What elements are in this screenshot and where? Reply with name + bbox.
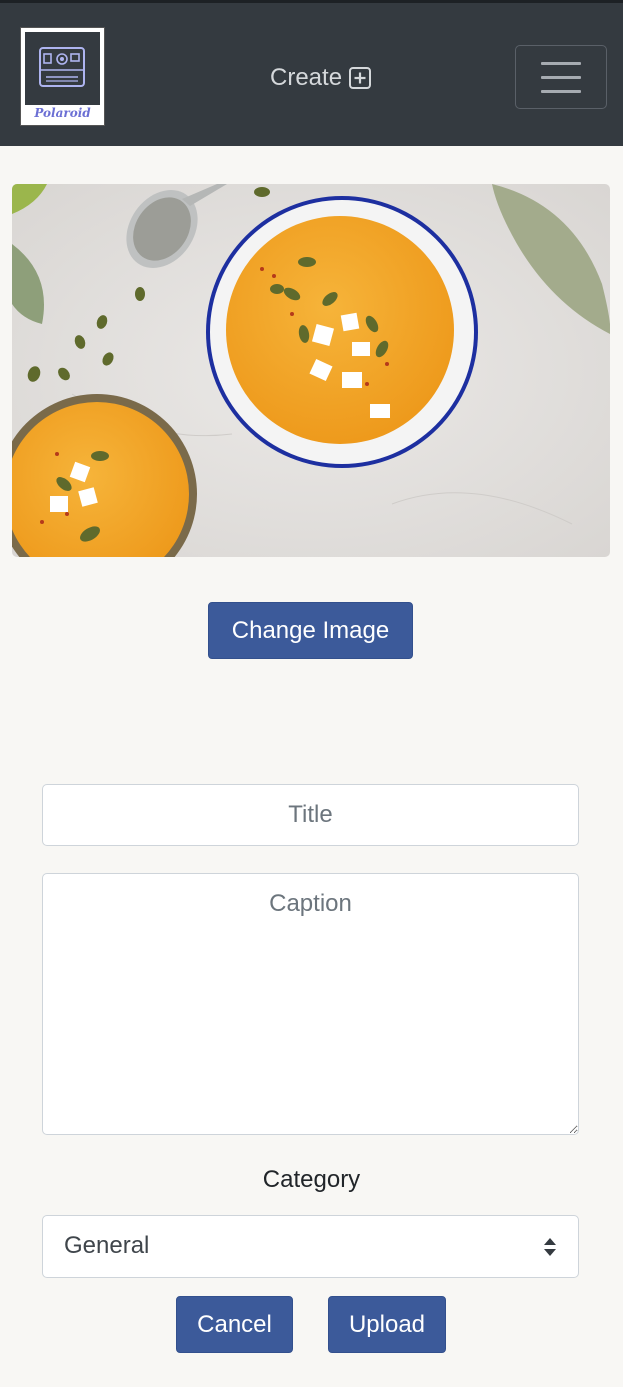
category-selected-value: General: [64, 1232, 150, 1259]
category-label: Category: [262, 1166, 361, 1193]
hamburger-menu-icon: [541, 76, 581, 79]
camera-icon: [39, 47, 85, 87]
plus-square-icon: [349, 67, 372, 89]
change-image-button[interactable]: Change Image: [208, 602, 413, 659]
upload-button[interactable]: Upload: [328, 1296, 446, 1353]
polaroid-logo[interactable]: Polaroid: [20, 27, 105, 126]
preview-image: [12, 184, 610, 557]
logo-background: [25, 32, 100, 105]
create-label: Create: [270, 64, 343, 91]
caption-textarea[interactable]: [42, 873, 579, 1135]
category-select[interactable]: General: [42, 1215, 579, 1278]
select-arrows-icon: [544, 1238, 556, 1256]
cancel-button[interactable]: Cancel: [176, 1296, 293, 1353]
menu-toggle-button[interactable]: [515, 45, 607, 109]
create-link[interactable]: Create: [270, 61, 372, 95]
navbar: Polaroid Create: [0, 0, 623, 146]
soup-photo: [12, 184, 610, 557]
hamburger-menu-icon: [541, 62, 581, 65]
hamburger-menu-icon: [541, 90, 581, 93]
logo-text: Polaroid: [34, 106, 91, 120]
title-input[interactable]: [42, 784, 579, 846]
